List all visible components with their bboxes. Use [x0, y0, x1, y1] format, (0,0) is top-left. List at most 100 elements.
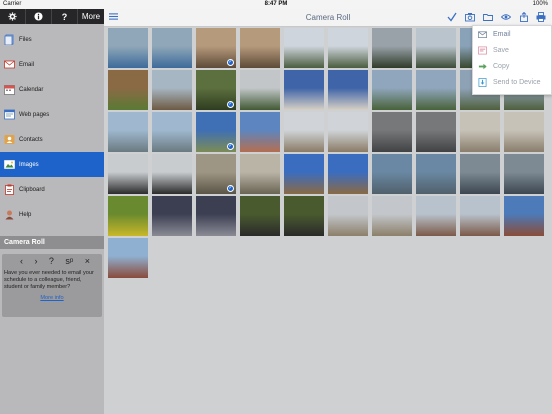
photo-thumbnail[interactable]: [328, 112, 368, 152]
sidebar-item-label: Web pages: [19, 111, 50, 118]
photo-thumbnail[interactable]: [504, 196, 544, 236]
photo-thumbnail[interactable]: [108, 70, 148, 110]
share-icon[interactable]: [519, 12, 529, 22]
photo-thumbnail[interactable]: [372, 70, 412, 110]
photo-thumbnail[interactable]: [108, 238, 148, 278]
photo-thumbnail[interactable]: [284, 28, 324, 68]
photo-thumbnail[interactable]: [416, 28, 456, 68]
sidebar-item-calendar[interactable]: Calendar: [0, 77, 104, 102]
photo-thumbnail[interactable]: [108, 112, 148, 152]
menu-item-save[interactable]: Save: [473, 42, 551, 58]
tip-prev-button[interactable]: ‹: [20, 256, 23, 266]
photo-thumbnail[interactable]: [196, 196, 236, 236]
photo-thumbnail[interactable]: ✓: [196, 112, 236, 152]
photo-thumbnail[interactable]: [152, 28, 192, 68]
photo-thumbnail[interactable]: [284, 196, 324, 236]
email-icon: [4, 60, 15, 69]
selected-check-icon: ✓: [227, 185, 234, 192]
more-button[interactable]: More: [78, 9, 104, 24]
photo-thumbnail[interactable]: ✓: [196, 28, 236, 68]
menu-item-send-to-device[interactable]: Send to Device: [473, 74, 551, 90]
photo-thumbnail[interactable]: [152, 154, 192, 194]
photo-thumbnail[interactable]: [240, 28, 280, 68]
sidebar-item-files[interactable]: Files: [0, 27, 104, 52]
menu-item-copy[interactable]: Copy: [473, 58, 551, 74]
photo-thumbnail[interactable]: [460, 196, 500, 236]
photo-thumbnail[interactable]: [372, 28, 412, 68]
settings-button[interactable]: [0, 9, 26, 24]
photo-thumbnail[interactable]: [284, 154, 324, 194]
photo-thumbnail[interactable]: [284, 70, 324, 110]
photo-thumbnail[interactable]: [416, 196, 456, 236]
selected-check-icon: ✓: [227, 143, 234, 150]
copy-icon: [478, 63, 487, 69]
photo-thumbnail[interactable]: [284, 112, 324, 152]
selected-check-icon: ✓: [227, 101, 234, 108]
sidebar: ? More Files Email Calendar Web pages Co…: [0, 9, 104, 414]
menu-item-label: Copy: [493, 62, 510, 70]
menu-item-label: Send to Device: [493, 78, 541, 86]
photo-thumbnail[interactable]: [240, 70, 280, 110]
photo-thumbnail[interactable]: [152, 196, 192, 236]
sidebar-item-label: Help: [19, 211, 32, 218]
sidebar-item-images[interactable]: Images: [0, 152, 104, 177]
sidebar-item-label: Contacts: [19, 136, 43, 143]
photo-thumbnail[interactable]: [416, 70, 456, 110]
photo-thumbnail[interactable]: [240, 112, 280, 152]
help-button[interactable]: ?: [52, 9, 78, 24]
menu-item-email[interactable]: Email: [473, 26, 551, 42]
tip-settings-button[interactable]: sᵖ: [65, 256, 73, 266]
menu-item-label: Save: [493, 46, 509, 54]
status-bar: Carrier 8:47 PM 100%: [0, 0, 552, 9]
photo-thumbnail[interactable]: [108, 28, 148, 68]
share-menu: Email Save Copy Send to Device: [472, 25, 552, 95]
save-icon: [478, 46, 487, 54]
photo-thumbnail[interactable]: ✓: [196, 154, 236, 194]
photo-thumbnail[interactable]: [108, 154, 148, 194]
files-icon: [4, 34, 14, 45]
photo-thumbnail[interactable]: [328, 70, 368, 110]
photo-thumbnail[interactable]: [240, 154, 280, 194]
sidebar-item-clipboard[interactable]: Clipboard: [0, 177, 104, 202]
photo-thumbnail[interactable]: [152, 112, 192, 152]
help-icon: [5, 210, 14, 220]
photo-thumbnail[interactable]: [460, 154, 500, 194]
photo-thumbnail[interactable]: [372, 196, 412, 236]
photo-thumbnail[interactable]: [152, 70, 192, 110]
photo-thumbnail[interactable]: [372, 112, 412, 152]
photo-thumbnail[interactable]: [372, 154, 412, 194]
sidebar-item-label: Calendar: [19, 86, 44, 93]
photo-thumbnail[interactable]: [240, 196, 280, 236]
photo-thumbnail[interactable]: [460, 112, 500, 152]
photo-thumbnail[interactable]: [504, 112, 544, 152]
info-icon: [34, 12, 43, 21]
more-info-link[interactable]: More info: [2, 295, 102, 301]
photo-thumbnail[interactable]: [328, 28, 368, 68]
contacts-icon: [4, 135, 15, 144]
print-icon[interactable]: [536, 12, 546, 22]
camera-icon[interactable]: [465, 12, 475, 22]
photo-thumbnail[interactable]: [416, 112, 456, 152]
checkmark-icon[interactable]: [447, 12, 457, 22]
selected-check-icon: ✓: [227, 59, 234, 66]
photo-thumbnail[interactable]: [328, 196, 368, 236]
images-icon: [4, 160, 15, 169]
tip-next-button[interactable]: ›: [34, 256, 37, 266]
sidebar-item-help[interactable]: Help: [0, 202, 104, 227]
sidebar-item-email[interactable]: Email: [0, 52, 104, 77]
photo-thumbnail[interactable]: ✓: [196, 70, 236, 110]
tip-help-button[interactable]: ?: [49, 256, 54, 266]
photo-thumbnail[interactable]: [416, 154, 456, 194]
eye-icon[interactable]: [501, 12, 511, 22]
photo-thumbnail[interactable]: [328, 154, 368, 194]
folder-icon[interactable]: [483, 12, 493, 22]
photo-thumbnail[interactable]: [108, 196, 148, 236]
email-icon: [478, 30, 487, 38]
web-icon: [4, 109, 15, 120]
sidebar-item-contacts[interactable]: Contacts: [0, 127, 104, 152]
tip-close-button[interactable]: ×: [85, 256, 90, 266]
sidebar-item-web-pages[interactable]: Web pages: [0, 102, 104, 127]
photo-thumbnail[interactable]: [504, 154, 544, 194]
battery-indicator: 100%: [532, 1, 548, 7]
info-button[interactable]: [26, 9, 52, 24]
